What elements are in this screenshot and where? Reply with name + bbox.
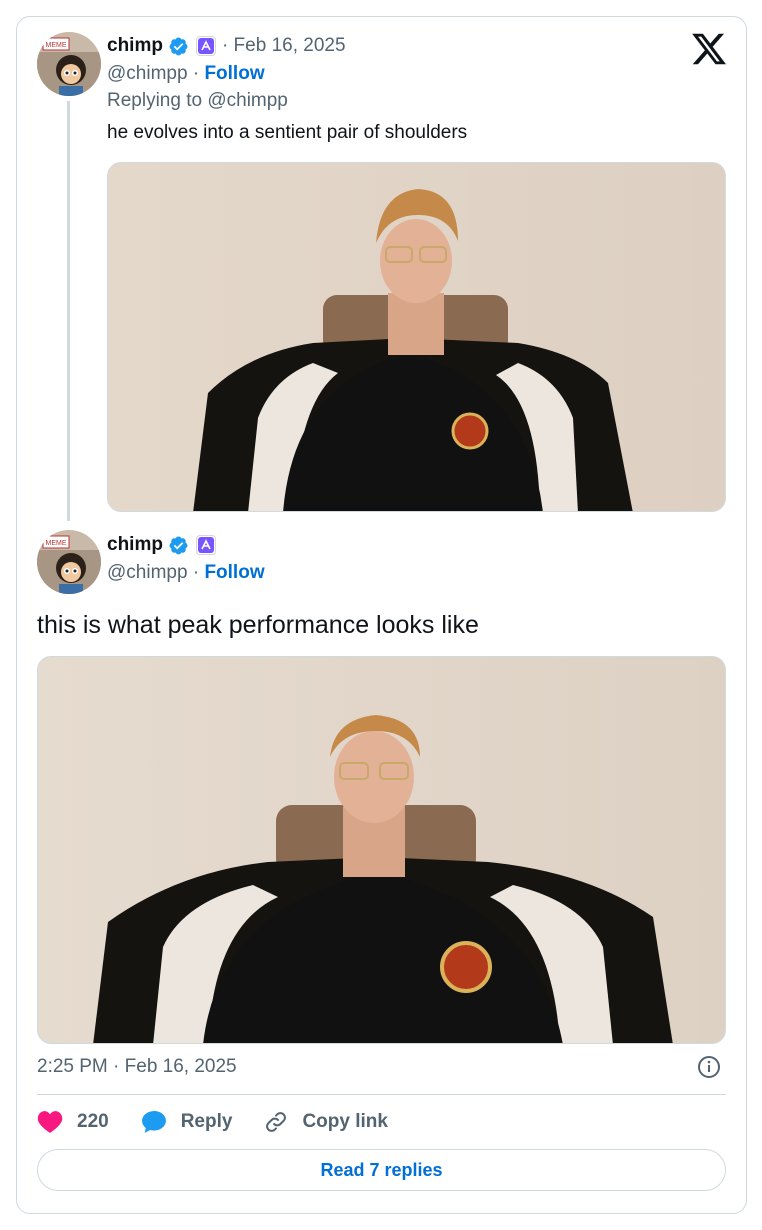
follow-button[interactable]: Follow: [204, 63, 264, 84]
copy-link-label: Copy link: [302, 1111, 388, 1132]
reply-handle-row: @chimpp · Follow: [107, 63, 265, 84]
author-name[interactable]: chimp: [107, 533, 163, 557]
reply-label: Reply: [180, 1111, 233, 1132]
main-author-row: chimp: [107, 533, 216, 557]
affiliate-badge-icon[interactable]: [195, 36, 216, 56]
like-button[interactable]: 220: [37, 1110, 109, 1134]
verified-badge-icon: [169, 536, 188, 554]
main-handle-row: @chimpp · Follow: [107, 562, 265, 583]
thread-connector-line: [67, 101, 70, 521]
info-icon[interactable]: [697, 1055, 721, 1079]
verified-badge-icon: [169, 37, 188, 55]
author-name[interactable]: chimp: [107, 34, 163, 58]
reply-button[interactable]: Reply: [141, 1110, 233, 1134]
like-count: 220: [77, 1111, 109, 1132]
link-icon: [266, 1112, 287, 1132]
avatar-sign-text: MEME: [46, 540, 67, 547]
reply-tweet-text: he evolves into a sentient pair of shoul…: [107, 122, 468, 143]
main-tweet-image[interactable]: [37, 656, 726, 1044]
avatar[interactable]: MEME: [37, 32, 101, 96]
divider: [37, 1094, 726, 1095]
affiliate-badge-icon[interactable]: [195, 535, 216, 555]
replying-to[interactable]: Replying to @chimpp: [107, 89, 288, 113]
reply-tweet-image[interactable]: [107, 162, 726, 512]
author-handle[interactable]: @chimpp: [107, 63, 188, 84]
heart-icon: [37, 1111, 63, 1133]
tweet-date[interactable]: · Feb 16, 2025: [222, 34, 346, 58]
main-tweet-text: this is what peak performance looks like: [37, 611, 479, 639]
reply-bubble-icon: [141, 1111, 166, 1133]
read-replies-button[interactable]: Read 7 replies: [37, 1149, 726, 1191]
avatar-sign-text: MEME: [46, 42, 67, 49]
action-bar: 220 Reply Copy link: [37, 1108, 420, 1136]
follow-button[interactable]: Follow: [204, 562, 264, 583]
author-handle[interactable]: @chimpp: [107, 562, 188, 583]
tweet-timestamp[interactable]: 2:25 PM · Feb 16, 2025: [37, 1055, 237, 1079]
reply-author-row: chimp · Feb 16, 2025: [107, 34, 346, 58]
copy-link-button[interactable]: Copy link: [264, 1110, 388, 1134]
avatar[interactable]: MEME: [37, 530, 101, 594]
x-logo-icon[interactable]: [692, 32, 726, 66]
